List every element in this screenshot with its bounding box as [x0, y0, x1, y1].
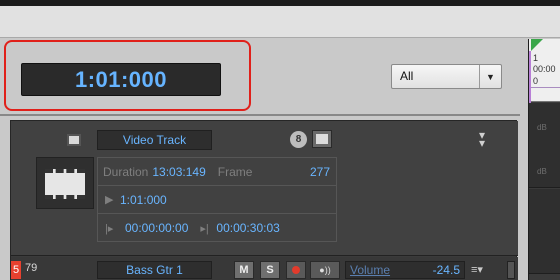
db-label: dB — [537, 123, 547, 132]
filter-select[interactable]: All ▼ — [391, 64, 502, 89]
panel-divider — [0, 114, 520, 116]
volume-control[interactable]: Volume -24.5 — [345, 261, 465, 279]
volume-label: Volume — [350, 263, 391, 277]
timeline-lane[interactable] — [529, 189, 560, 274]
track-badge[interactable]: 8 — [290, 131, 307, 148]
film-icon — [45, 169, 85, 199]
track-name-audio[interactable]: Bass Gtr 1 — [97, 261, 212, 279]
track-number: 5 — [11, 261, 21, 279]
timeline-lane[interactable]: dB dB — [529, 103, 560, 188]
duration-label: Duration — [103, 164, 149, 179]
audio-track: 5 79 Bass Gtr 1 M S ●)) Volume -24.5 ≡▾ — [11, 257, 518, 280]
time-display[interactable]: 1:01:000 — [21, 63, 221, 96]
level-meter — [507, 261, 515, 279]
in-point-icon: |▸ — [105, 222, 114, 235]
dropdown-button[interactable]: ▼ — [479, 65, 501, 88]
ruler-line — [531, 87, 560, 88]
mute-button[interactable]: M — [234, 261, 254, 279]
in-out-row: |▸ 00:00:00:00 ▸| 00:00:30:03 — [98, 214, 336, 242]
db-label: dB — [537, 167, 547, 176]
ruler-time: 00:00 — [533, 64, 556, 74]
volume-value: -24.5 — [432, 263, 460, 277]
position-value[interactable]: 1:01:000 — [120, 193, 167, 207]
toolbar — [0, 6, 560, 38]
collapse-icon[interactable]: ▾ ▾ — [479, 129, 485, 149]
video-thumbnail — [36, 157, 94, 209]
time-display-highlight: 1:01:000 — [4, 40, 251, 111]
duration-value: 13:03:149 — [152, 164, 206, 179]
record-icon[interactable] — [286, 261, 306, 279]
monitor-icon[interactable]: ●)) — [310, 261, 340, 279]
frame-label: Frame — [217, 164, 253, 179]
menu-icon[interactable]: ≡▾ — [471, 263, 483, 276]
start-marker[interactable] — [531, 39, 543, 51]
in-time[interactable]: 00:00:00:00 — [125, 221, 188, 235]
duration-row: Duration 13:03:149 Frame 277 — [98, 158, 336, 186]
solo-button[interactable]: S — [260, 261, 280, 279]
track-name-video[interactable]: Video Track — [97, 130, 212, 150]
timeline-panel: 1 00:00 0 dB dB — [528, 39, 560, 280]
film-icon — [67, 134, 81, 146]
timeline-ruler[interactable]: 1 00:00 0 — [529, 39, 560, 103]
out-point-icon: ▸| — [200, 222, 209, 235]
chevron-down-icon: ▼ — [486, 71, 495, 82]
frame-value: 277 — [309, 164, 330, 179]
ruler-zero: 0 — [533, 76, 539, 86]
ruler-bar-number: 1 — [533, 53, 539, 63]
triangle-play-icon: ▶ — [105, 194, 114, 206]
filter-select-value: All — [400, 69, 414, 83]
track-list: Video Track 8 ▾ ▾ Duration 13:03:149 Fram… — [10, 120, 518, 280]
video-info-panel: Duration 13:03:149 Frame 277 ▶ 1:01:000 … — [97, 157, 337, 242]
position-row: ▶ 1:01:000 — [98, 186, 336, 214]
film-button[interactable] — [312, 130, 332, 148]
loop-range — [529, 51, 531, 103]
out-time[interactable]: 00:00:30:03 — [216, 221, 279, 235]
track-number-secondary: 79 — [25, 262, 38, 274]
transport-panel: 1:01:000 All ▼ — [0, 39, 520, 114]
video-track: Video Track 8 ▾ ▾ Duration 13:03:149 Fram… — [11, 121, 518, 256]
